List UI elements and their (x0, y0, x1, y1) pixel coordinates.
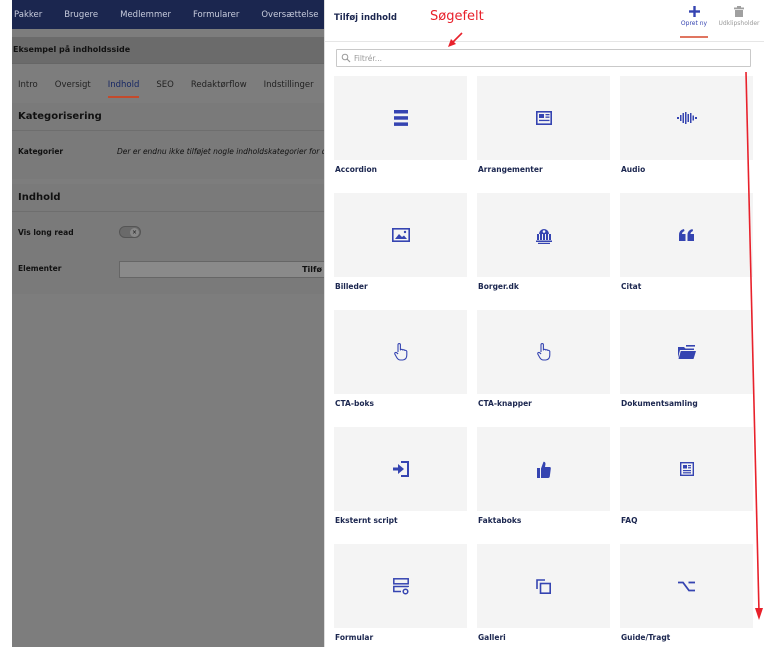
categories-label: Kategorier (18, 147, 64, 156)
form-settings-icon (392, 577, 409, 595)
top-navigation: Pakker Brugere Medlemmer Formularer Over… (12, 0, 324, 29)
drawer-header: Tilføj indhold Søgefelt Opret ny Udklips… (325, 0, 764, 42)
clipboard-button[interactable]: Udklipsholder (713, 4, 764, 38)
add-element-field[interactable]: Tilfø (119, 261, 324, 278)
content-card-cta-knapper[interactable]: CTA-knapper (477, 310, 610, 415)
tab-oversigt[interactable]: Oversigt (55, 70, 91, 100)
document-list-icon (679, 462, 694, 476)
card-label: Faktaboks (477, 511, 610, 532)
long-read-label: Vis long read (18, 228, 74, 237)
card-label: Billeder (334, 277, 467, 298)
folder-open-icon (677, 345, 696, 359)
page-title: Eksempel på indholdsside (12, 37, 324, 64)
content-card-citat[interactable]: Citat (620, 193, 753, 298)
categorization-title: Kategorisering (12, 103, 324, 131)
content-card-faq[interactable]: FAQ (620, 427, 753, 532)
card-label: CTA-boks (334, 394, 467, 415)
add-content-drawer: Tilføj indhold Søgefelt Opret ny Udklips… (324, 0, 764, 647)
card-label: Guide/Tragt (620, 628, 753, 647)
trash-icon (734, 6, 744, 17)
card-label: Borger.dk (477, 277, 610, 298)
nav-item-oversaettelse[interactable]: Oversættelse (261, 10, 318, 20)
content-card-guide-tragt[interactable]: Guide/Tragt (620, 544, 753, 647)
card-label: CTA-knapper (477, 394, 610, 415)
card-label: Audio (620, 160, 753, 181)
filter-field[interactable] (336, 49, 751, 67)
background-page: Pakker Brugere Medlemmer Formularer Over… (12, 0, 324, 647)
content-title: Indhold (12, 184, 324, 212)
annotation-label: Søgefelt (430, 9, 484, 24)
content-card-formular[interactable]: Formular (334, 544, 467, 647)
categories-value: Der er endnu ikke tilføjet nogle indhold… (117, 147, 324, 156)
card-label: Formular (334, 628, 467, 647)
pointer-hand-icon (536, 343, 550, 361)
tab-indhold[interactable]: Indhold (107, 70, 139, 100)
card-label: Dokumentsamling (620, 394, 753, 415)
filter-input[interactable] (354, 52, 744, 64)
categorization-panel: Kategorisering Kategorier Der er endnu i… (12, 103, 324, 179)
clipboard-label: Udklipsholder (718, 20, 760, 27)
content-card-eksternt-script[interactable]: Eksternt script (334, 427, 467, 532)
tab-seo[interactable]: SEO (156, 70, 173, 100)
content-card-faktaboks[interactable]: Faktaboks (477, 427, 610, 532)
search-icon (341, 53, 351, 63)
content-card-galleri[interactable]: Galleri (477, 544, 610, 647)
elements-label: Elementer (18, 264, 62, 273)
toggle-off-icon: × (130, 228, 139, 237)
nav-item-medlemmer[interactable]: Medlemmer (120, 10, 171, 20)
drawer-title: Tilføj indhold (334, 13, 397, 23)
newspaper-icon (535, 111, 552, 125)
option-key-icon (678, 581, 695, 591)
card-label: Arrangementer (477, 160, 610, 181)
sign-in-icon (392, 461, 409, 477)
create-new-button[interactable]: Opret ny (678, 4, 710, 38)
nav-item-pakker[interactable]: Pakker (14, 10, 42, 20)
tab-indstillinger[interactable]: Indstillinger (264, 70, 314, 100)
card-label: Eksternt script (334, 511, 467, 532)
add-element-label: Tilfø (302, 265, 322, 274)
pointer-hand-icon (393, 343, 407, 361)
content-card-cta-boks[interactable]: CTA-boks (334, 310, 467, 415)
content-card-accordion[interactable]: Accordion (334, 76, 467, 181)
editor-overlay-area: Eksempel på indholdsside Intro Oversigt … (12, 29, 324, 647)
audio-wave-icon (676, 112, 697, 124)
editor-tabs: Intro Oversigt Indhold SEO Redaktørflow … (12, 70, 324, 100)
image-icon (391, 228, 410, 242)
content-card-audio[interactable]: Audio (620, 76, 753, 181)
plus-icon (688, 6, 700, 17)
content-card-borgerdk[interactable]: Borger.dk (477, 193, 610, 298)
card-label: Accordion (334, 160, 467, 181)
card-label: FAQ (620, 511, 753, 532)
quote-icon (678, 229, 694, 241)
tab-redaktorflow[interactable]: Redaktørflow (191, 70, 247, 100)
government-building-icon (535, 229, 552, 244)
card-label: Galleri (477, 628, 610, 647)
thumbs-up-icon (536, 461, 551, 478)
content-card-dokumentsamling[interactable]: Dokumentsamling (620, 310, 753, 415)
content-card-arrangementer[interactable]: Arrangementer (477, 76, 610, 181)
create-new-label: Opret ny (680, 20, 708, 27)
nav-item-brugere[interactable]: Brugere (64, 10, 98, 20)
content-card-billeder[interactable]: Billeder (334, 193, 467, 298)
list-icon (393, 110, 408, 126)
nav-item-formularer[interactable]: Formularer (193, 10, 239, 20)
long-read-toggle[interactable]: × (119, 226, 141, 238)
card-label: Citat (620, 277, 753, 298)
tab-intro[interactable]: Intro (18, 70, 38, 100)
gallery-copy-icon (536, 578, 551, 594)
